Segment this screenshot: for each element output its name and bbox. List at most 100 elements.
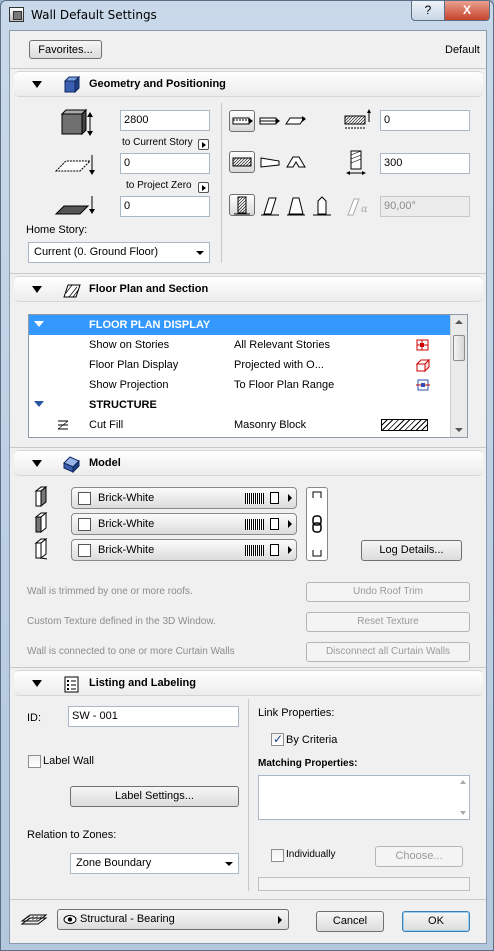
bottom-link-label: to Project Zero bbox=[126, 180, 192, 191]
wall-profile-icon[interactable] bbox=[310, 195, 334, 217]
chevron-right-icon[interactable] bbox=[288, 520, 292, 528]
floorplan-settings-list[interactable]: FLOOR PLAN DISPLAY Show on Stories All R… bbox=[28, 314, 468, 438]
collapse-triangle-icon[interactable] bbox=[32, 460, 42, 467]
list-cell-value: All Relevant Stories bbox=[234, 339, 330, 351]
geometry-panel-header[interactable]: Geometry and Positioning bbox=[14, 71, 483, 97]
ref-line-offset-input[interactable]: 0 bbox=[380, 110, 470, 131]
bottom-offset-input[interactable]: 0 bbox=[120, 153, 210, 174]
expand-triangle-icon[interactable] bbox=[34, 401, 44, 407]
list-cell-value: Masonry Block bbox=[234, 419, 307, 431]
scroll-down-icon[interactable] bbox=[460, 811, 466, 815]
wall-straight-button[interactable] bbox=[229, 151, 255, 173]
list-item[interactable]: Floor Plan Display Projected with O... bbox=[29, 355, 451, 375]
collapse-triangle-icon[interactable] bbox=[32, 81, 42, 88]
home-story-label: Home Story: bbox=[26, 224, 88, 236]
model-panel-header[interactable]: Model bbox=[14, 450, 483, 476]
material-outside-selector[interactable]: Brick-White bbox=[71, 487, 297, 509]
help-button[interactable]: ? bbox=[411, 1, 445, 21]
archicad-app-icon bbox=[9, 7, 24, 22]
title-bar[interactable]: Wall Default Settings ? X bbox=[1, 1, 494, 29]
material-inside-selector[interactable]: Brick-White bbox=[71, 539, 297, 561]
divider bbox=[10, 447, 486, 448]
list-cell-name: Show Projection bbox=[89, 379, 169, 391]
favorites-button[interactable]: Favorites... bbox=[29, 40, 102, 59]
list-scrollbar[interactable] bbox=[450, 315, 467, 437]
top-offset-input[interactable]: 2800 bbox=[120, 110, 210, 131]
geometry-icon bbox=[63, 76, 81, 94]
ok-button[interactable]: OK bbox=[402, 911, 470, 932]
bottom-link-arrow-icon[interactable] bbox=[198, 182, 209, 193]
wall-base-offset-icon bbox=[54, 196, 95, 215]
scroll-down-icon[interactable] bbox=[455, 428, 463, 432]
brick-pattern-icon bbox=[245, 545, 264, 556]
fill-pattern-swatch[interactable] bbox=[381, 419, 428, 431]
by-criteria-checkbox[interactable] bbox=[271, 732, 284, 746]
scroll-thumb[interactable] bbox=[453, 335, 465, 361]
matching-properties-box[interactable] bbox=[258, 775, 470, 820]
show-projection-icon bbox=[416, 379, 430, 391]
list-item[interactable]: Show Projection To Floor Plan Range bbox=[29, 375, 451, 395]
material-swatch bbox=[78, 544, 91, 557]
layer-name: Structural - Bearing bbox=[80, 913, 175, 925]
list-group-floor-plan-display[interactable]: FLOOR PLAN DISPLAY bbox=[29, 315, 451, 335]
disconnect-curtain-walls-button[interactable]: Disconnect all Curtain Walls bbox=[306, 642, 470, 662]
properties-scroll-area[interactable] bbox=[258, 877, 470, 891]
individually-checkbox[interactable] bbox=[271, 849, 284, 862]
wall-slanted-icon[interactable] bbox=[258, 195, 282, 217]
individually-label: Individually bbox=[286, 849, 336, 860]
listing-panel-header[interactable]: Listing and Labeling bbox=[14, 670, 483, 696]
relation-zones-label: Relation to Zones: bbox=[27, 829, 117, 841]
undo-roof-trim-button[interactable]: Undo Roof Trim bbox=[306, 582, 470, 602]
ref-line-offset-icon bbox=[344, 109, 371, 129]
list-cell-name: Show on Stories bbox=[89, 339, 170, 351]
top-link-arrow-icon[interactable] bbox=[198, 139, 209, 150]
relation-zones-dropdown[interactable]: Zone Boundary bbox=[70, 853, 239, 874]
slant-angle-input[interactable]: 90,00° bbox=[380, 196, 470, 217]
close-button[interactable]: X bbox=[444, 1, 490, 21]
reset-texture-button[interactable]: Reset Texture bbox=[306, 612, 470, 632]
id-input[interactable]: SW - 001 bbox=[68, 706, 239, 727]
wall-vertical-button[interactable] bbox=[229, 194, 255, 216]
expand-triangle-icon[interactable] bbox=[34, 321, 44, 327]
material-edge-selector[interactable]: Brick-White bbox=[71, 513, 297, 535]
list-item[interactable]: Cut Fill Masonry Block bbox=[29, 415, 451, 435]
label-settings-button[interactable]: Label Settings... bbox=[70, 786, 239, 807]
material-link-chain-button[interactable] bbox=[306, 487, 328, 561]
thickness-input[interactable]: 300 bbox=[380, 153, 470, 174]
base-offset-input[interactable]: 0 bbox=[120, 196, 210, 217]
chevron-right-icon[interactable] bbox=[288, 494, 292, 502]
chevron-right-icon[interactable] bbox=[288, 546, 292, 554]
wall-polygonal-icon[interactable] bbox=[284, 152, 308, 172]
label-wall-label: Label Wall bbox=[43, 755, 94, 767]
dialog-window: Wall Default Settings ? X Favorites... D… bbox=[0, 0, 494, 951]
list-group-structure[interactable]: STRUCTURE bbox=[29, 395, 451, 415]
home-story-value: Current (0. Ground Floor) bbox=[34, 246, 159, 258]
list-cell-value: To Floor Plan Range bbox=[234, 379, 335, 391]
layer-icon bbox=[20, 914, 48, 925]
dialog-client: Favorites... Default Geometry and Positi… bbox=[9, 30, 487, 944]
home-story-dropdown[interactable]: Current (0. Ground Floor) bbox=[28, 242, 210, 263]
custom-texture-message: Custom Texture defined in the 3D Window. bbox=[27, 616, 216, 627]
wall-trapezoid-icon[interactable] bbox=[258, 152, 282, 172]
ref-line-center-icon[interactable] bbox=[258, 111, 282, 131]
choose-button[interactable]: Choose... bbox=[375, 846, 463, 867]
link-properties-label: Link Properties: bbox=[258, 707, 335, 719]
cancel-button[interactable]: Cancel bbox=[316, 911, 384, 932]
log-details-button[interactable]: Log Details... bbox=[361, 540, 462, 561]
collapse-triangle-icon[interactable] bbox=[32, 286, 42, 293]
ref-line-outside-button[interactable] bbox=[229, 110, 255, 132]
material-name: Brick-White bbox=[98, 544, 155, 556]
scroll-up-icon[interactable] bbox=[460, 780, 466, 784]
list-item[interactable]: Show on Stories All Relevant Stories bbox=[29, 335, 451, 355]
floorplan-panel-header[interactable]: Floor Plan and Section bbox=[14, 276, 483, 302]
by-criteria-label: By Criteria bbox=[286, 734, 338, 746]
ref-line-inside-icon[interactable] bbox=[284, 111, 308, 131]
material-name: Brick-White bbox=[98, 492, 155, 504]
label-wall-checkbox[interactable] bbox=[28, 755, 41, 768]
scroll-up-icon[interactable] bbox=[455, 320, 463, 324]
divider bbox=[10, 667, 486, 668]
layer-selector[interactable]: Structural - Bearing bbox=[57, 909, 289, 930]
relation-zones-value: Zone Boundary bbox=[76, 857, 152, 869]
collapse-triangle-icon[interactable] bbox=[32, 680, 42, 687]
wall-double-slanted-icon[interactable] bbox=[284, 195, 308, 217]
